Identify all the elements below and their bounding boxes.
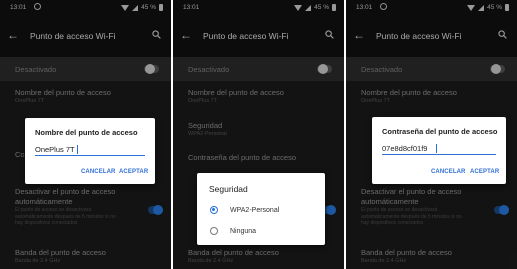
accept-button[interactable]: ACEPTAR — [119, 169, 148, 175]
dialog-title: Contraseña del punto de acceso — [382, 127, 498, 136]
radio-button-selected[interactable] — [210, 206, 218, 214]
accept-button[interactable]: ACEPTAR — [470, 169, 499, 175]
text-cursor — [77, 145, 78, 154]
screen-hotspot-password: 13:01 45 % ← Punto de acceso Wi-Fi Desac… — [346, 0, 517, 269]
hotspot-password-dialog: Contraseña del punto de acceso CANCELAR … — [372, 117, 506, 184]
cancel-button[interactable]: CANCELAR — [431, 169, 465, 175]
radio-label: Ninguna — [230, 228, 257, 235]
screen-hotspot-name: 13:01 45 % ← Punto de acceso Wi-Fi Desac… — [0, 0, 171, 269]
radio-button[interactable] — [210, 227, 218, 235]
hotspot-name-dialog: Nombre del punto de acceso CANCELAR ACEP… — [25, 118, 155, 184]
hotspot-name-input[interactable] — [35, 144, 145, 156]
security-dialog: Seguridad WPA2-Personal Ninguna — [197, 173, 325, 245]
screen-security: 13:01 45 % ← Punto de acceso Wi-Fi Desac… — [173, 0, 344, 269]
cancel-button[interactable]: CANCELAR — [81, 169, 115, 175]
radio-label: WPA2-Personal — [230, 207, 280, 214]
dialog-title: Nombre del punto de acceso — [35, 128, 138, 137]
dialog-title: Seguridad — [209, 184, 248, 194]
hotspot-password-input[interactable] — [382, 143, 496, 155]
text-cursor — [436, 144, 437, 153]
